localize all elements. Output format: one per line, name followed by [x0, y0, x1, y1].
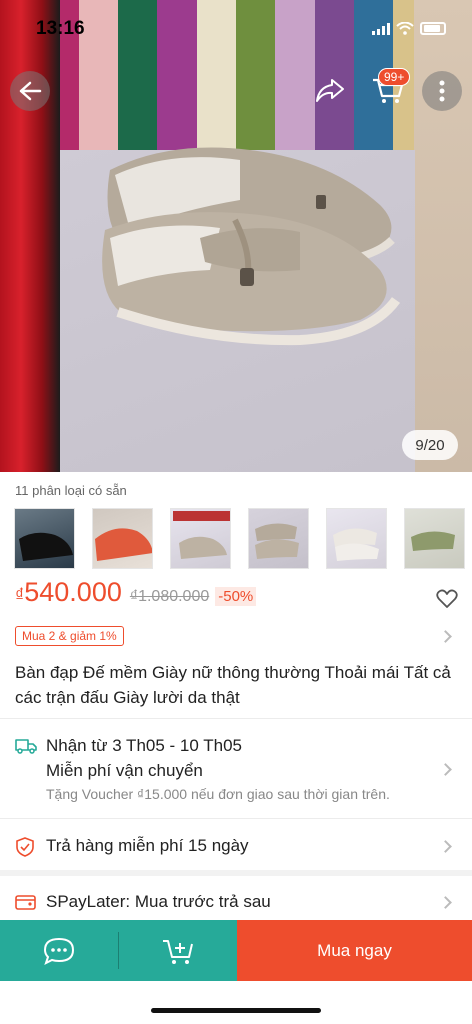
back-button[interactable] [10, 71, 50, 111]
cart-count-badge: 99+ [378, 68, 411, 86]
returns-label: Trả hàng miễn phí 15 ngày [46, 836, 249, 855]
product-title: Bàn đạp Đế mềm Giày nữ thông thường Thoả… [15, 663, 451, 707]
share-icon [316, 79, 344, 102]
chat-icon [43, 937, 75, 965]
variant-thumbnail[interactable] [326, 508, 387, 569]
delivery-estimate: Nhận từ 3 Th05 - 10 Th05 [46, 736, 242, 755]
more-vertical-icon [439, 80, 445, 102]
heart-icon[interactable] [436, 589, 458, 609]
discount-badge: -50% [215, 587, 257, 606]
shipping-fee: Miễn phí vận chuyển [46, 761, 203, 780]
add-to-cart-button[interactable] [119, 920, 237, 981]
product-detail-screen: 13:16 99+ 9/20 11 phân loại có sẵn ₫ 540… [0, 0, 472, 1024]
shield-check-icon [16, 837, 34, 857]
variant-thumbnail[interactable] [248, 508, 309, 569]
wallet-icon [15, 895, 36, 910]
chat-button[interactable] [0, 920, 118, 981]
wifi-icon [396, 22, 414, 35]
home-indicator [151, 1008, 321, 1013]
shipping-voucher: Tặng Voucher ₫15.000 nếu đơn giao sau th… [46, 786, 390, 802]
cellular-signal-icon [372, 22, 390, 35]
battery-icon [420, 22, 446, 35]
variant-count-label: 11 phân loại có sẵn [15, 483, 127, 498]
buy-now-button[interactable]: Mua ngay [237, 920, 472, 981]
chevron-right-icon [439, 840, 452, 853]
variant-thumbnail[interactable] [14, 508, 75, 569]
share-button[interactable] [310, 70, 350, 110]
variant-thumbnail[interactable] [170, 508, 231, 569]
variant-thumbnail[interactable] [92, 508, 153, 569]
promo-tag[interactable]: Mua 2 & giảm 1% [15, 626, 124, 646]
truck-icon [15, 739, 37, 754]
chevron-right-icon [439, 896, 452, 909]
variant-thumbnails [14, 508, 472, 569]
currency-symbol: ₫ [15, 585, 25, 605]
image-counter: 9/20 [402, 430, 458, 460]
original-price: ₫1.080.000 [129, 588, 210, 605]
chevron-right-icon [439, 763, 452, 776]
more-options-button[interactable] [422, 71, 462, 111]
paylater-label: SPayLater: Mua trước trả sau [46, 892, 271, 911]
add-to-cart-icon [163, 939, 193, 964]
chevron-right-icon[interactable] [439, 630, 452, 643]
current-price: 540.000 [24, 577, 122, 607]
status-bar: 13:16 [0, 0, 472, 56]
variant-thumbnail[interactable] [404, 508, 465, 569]
arrow-left-icon [19, 81, 42, 101]
status-time: 13:16 [36, 18, 85, 39]
price-row: ₫ 540.000 ₫1.080.000 -50% [15, 577, 257, 608]
bottom-action-bar: Mua ngay [0, 920, 472, 981]
